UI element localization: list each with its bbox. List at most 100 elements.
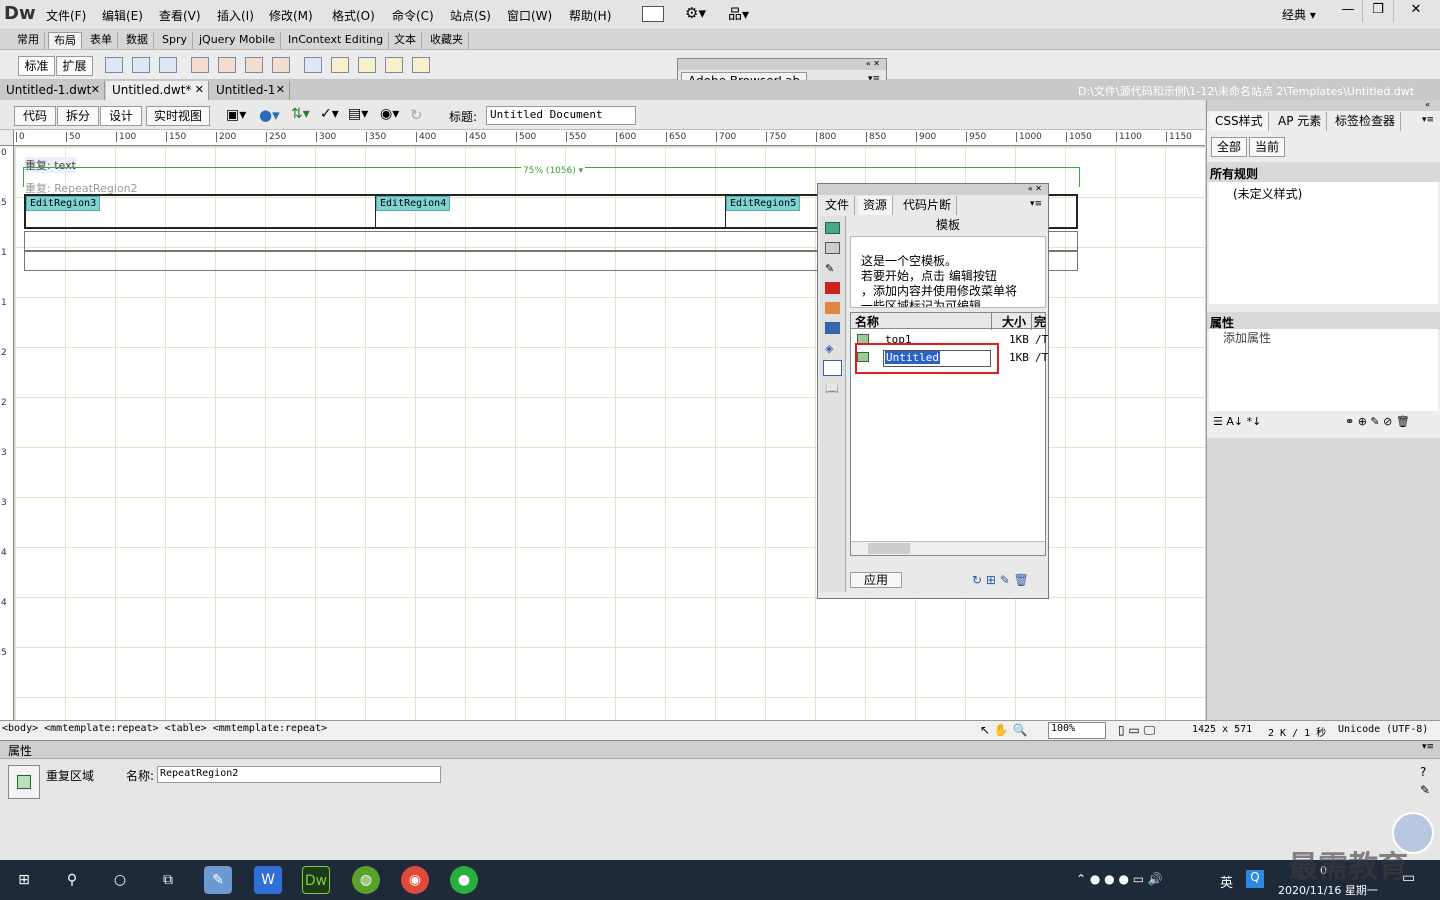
menu-file[interactable]: 文件(F) [46, 7, 86, 24]
ins-tab-text[interactable]: 文本 [389, 32, 422, 49]
close-button[interactable]: ✕ [1396, 0, 1436, 22]
chrome-icon[interactable]: ◉ [401, 866, 429, 894]
close-icon[interactable]: ✕ [276, 81, 285, 99]
tab-files[interactable]: 文件 [820, 196, 856, 215]
tab-css-styles[interactable]: CSS样式 [1210, 112, 1269, 131]
css-action-icons[interactable]: ⚭ ⊕ ✎ ⊘ 🗑 [1345, 415, 1410, 428]
window-size-label[interactable]: 1425 x 571 [1192, 724, 1252, 735]
scroll-thumb[interactable] [868, 543, 910, 554]
tab-assets[interactable]: 资源 [858, 196, 894, 215]
insert-col-right-icon[interactable] [412, 57, 430, 73]
ins-tab-layout[interactable]: 布局 [48, 32, 82, 49]
scripts-icon[interactable]: ◈ [825, 342, 833, 355]
ins-tab-jquery[interactable]: jQuery Mobile [194, 32, 282, 49]
close-icon[interactable]: ✕ [195, 81, 204, 99]
standard-mode-button[interactable]: 标准 [18, 56, 55, 76]
horizontal-scrollbar[interactable] [851, 541, 1045, 555]
ins-tab-data[interactable]: 数据 [121, 32, 154, 49]
validate-icon[interactable]: ▤▾ [348, 106, 368, 122]
colors-icon[interactable] [825, 242, 840, 254]
doc-tab-untitled-1[interactable]: Untitled-1 ✕ [210, 81, 290, 100]
doc-tab-untitled-1-dwt[interactable]: Untitled-1.dwt ✕ [0, 81, 105, 100]
spry-accordion-icon[interactable] [245, 57, 263, 73]
minimize-button[interactable]: — [1332, 0, 1364, 22]
layout-icon[interactable] [642, 6, 664, 22]
tab-snippets[interactable]: 代码片断 [898, 196, 958, 215]
live-view-button[interactable]: 实时视图 [146, 106, 210, 126]
property-list[interactable]: 添加属性 [1209, 329, 1438, 411]
globe-icon[interactable]: ●▾ [259, 106, 280, 124]
menu-insert[interactable]: 插入(I) [217, 7, 254, 24]
menu-modify[interactable]: 修改(M) [269, 7, 313, 24]
ruler-origin[interactable] [0, 130, 14, 146]
panel-menu-icon[interactable]: ▾≡ [1030, 199, 1042, 209]
tab-ap-elements[interactable]: AP 元素 [1273, 112, 1328, 131]
tag-selector[interactable]: <body> <mmtemplate:repeat> <table> <mmte… [2, 723, 327, 734]
wechat-icon[interactable]: ● [450, 866, 478, 894]
shockwave-icon[interactable] [825, 302, 840, 314]
spry-menu-icon[interactable] [191, 57, 209, 73]
urls-icon[interactable]: ✎ [825, 262, 834, 275]
file-transfer-icon[interactable]: ⇅▾ [291, 106, 310, 122]
path-column-header[interactable]: 完 [1031, 313, 1046, 330]
menu-format[interactable]: 格式(O) [332, 7, 375, 24]
template-action-icons[interactable]: ↻ ⊞ ✎ 🗑 [972, 573, 1029, 587]
code-view-button[interactable]: 代码 [14, 106, 56, 126]
ins-tab-favorites[interactable]: 收藏夹 [425, 32, 469, 49]
panel-menu-icon[interactable]: ▾≡ [1422, 115, 1434, 125]
menu-site[interactable]: 站点(S) [450, 7, 491, 24]
cortana-icon[interactable]: ○ [106, 866, 134, 894]
table-view-icon[interactable] [304, 57, 322, 73]
ins-tab-incontext[interactable]: InContext Editing [283, 32, 390, 49]
panel-collapse-icon[interactable]: « [1207, 100, 1440, 111]
panel-menu-icon[interactable]: ▾≡ [1422, 742, 1434, 752]
flash-icon[interactable] [825, 282, 840, 294]
ins-tab-spry[interactable]: Spry [157, 32, 193, 49]
window-size-icons[interactable]: ▯ ▭ 🖵 [1118, 723, 1155, 738]
ime-indicator[interactable]: 英 [1220, 872, 1233, 891]
menu-commands[interactable]: 命令(C) [392, 7, 434, 24]
refresh-icon[interactable]: ↻ [410, 106, 423, 124]
add-property-link[interactable]: 添加属性 [1223, 329, 1271, 346]
menu-view[interactable]: 查看(V) [159, 7, 201, 24]
site-map-icon[interactable]: 品▾ [728, 4, 749, 24]
title-input[interactable]: Untitled Document [486, 106, 636, 125]
insert-row-icon[interactable] [331, 57, 349, 73]
help-icon[interactable]: ? [1420, 765, 1426, 779]
edit-icon[interactable]: ✎ [1420, 783, 1430, 797]
menu-window[interactable]: 窗口(W) [507, 7, 552, 24]
edit-region-3[interactable]: EditRegion3 [26, 196, 101, 211]
app-icon[interactable]: ✎ [204, 866, 232, 894]
check-browser-icon[interactable]: ✓▾ [320, 106, 339, 122]
wps-icon[interactable]: W [254, 866, 282, 894]
all-mode-button[interactable]: 全部 [1211, 137, 1247, 157]
edit-region-5[interactable]: EditRegion5 [726, 196, 801, 211]
melon-icon[interactable]: ◍ [352, 866, 380, 894]
tray-icons[interactable]: ⌃ ● ● ● ▭ 🔊 [1076, 872, 1163, 886]
region-name-input[interactable]: RepeatRegion2 [157, 766, 441, 783]
dreamweaver-icon[interactable]: Dw [302, 866, 330, 894]
design-view-button[interactable]: 设计 [100, 106, 142, 126]
assistant-avatar[interactable] [1392, 812, 1434, 854]
select-tool-icon[interactable]: ↖ ✋ 🔍 [980, 723, 1028, 737]
category-view-icon[interactable]: ☰ A↓ *↓ [1213, 415, 1261, 428]
div-icon[interactable] [132, 57, 150, 73]
table-width-label[interactable]: 75% (1056) ▾ [521, 166, 586, 176]
fluid-grid-icon[interactable] [159, 57, 177, 73]
zoom-select[interactable]: 100% [1048, 722, 1106, 739]
menu-edit[interactable]: 编辑(E) [102, 7, 143, 24]
close-icon[interactable]: ✕ [91, 81, 100, 99]
name-column-header[interactable]: 名称 [855, 313, 879, 330]
ins-tab-common[interactable]: 常用 [12, 32, 45, 49]
insert-col-icon[interactable] [385, 57, 403, 73]
insert-row-below-icon[interactable] [358, 57, 376, 73]
template-list[interactable]: 名称 大小 完 top1 1KB /T Untitled 1KB /T [850, 312, 1048, 556]
gear-icon[interactable]: ⚙▾ [685, 4, 706, 22]
ins-tab-forms[interactable]: 表单 [85, 32, 118, 49]
library-icon[interactable]: 📖 [825, 382, 839, 395]
spry-tabs-icon[interactable] [218, 57, 236, 73]
size-column-header[interactable]: 大小 [991, 313, 1029, 330]
movies-icon[interactable] [825, 322, 840, 334]
expanded-mode-button[interactable]: 扩展 [56, 56, 93, 76]
task-view-icon[interactable]: ⧉ [154, 866, 182, 894]
